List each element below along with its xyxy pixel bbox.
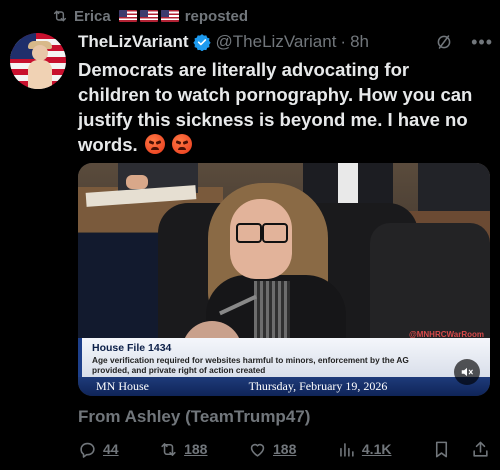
reply-button[interactable]: 44: [78, 440, 119, 459]
bill-description: Age verification required for websites h…: [92, 355, 409, 375]
verified-badge-icon[interactable]: [192, 33, 211, 51]
speaker-muted-icon: [461, 367, 473, 377]
repost-indicator: Erica reposted: [52, 6, 248, 26]
view-count: 4.1K: [361, 441, 392, 457]
author-handle[interactable]: @TheLizVariant: [216, 32, 337, 52]
avatar[interactable]: [10, 33, 66, 89]
repost-count: 188: [184, 441, 208, 457]
tweet-actions-bar: 44 188 188 4.1K: [78, 437, 490, 461]
us-flag-icon: [139, 10, 158, 22]
author-display-name[interactable]: TheLizVariant: [78, 32, 189, 52]
like-count: 188: [273, 441, 297, 457]
tweet-text: Democrats are literally advocating for c…: [78, 57, 478, 157]
tweet-body: Democrats are literally advocating for c…: [78, 59, 473, 155]
views-button[interactable]: 4.1K: [337, 440, 392, 459]
heart-icon: [250, 443, 265, 457]
organization-label: MN House: [96, 379, 149, 393]
more-options-icon[interactable]: •••: [471, 32, 493, 53]
angry-face-emoji-icon: [171, 134, 192, 154]
video-lower-third: House File 1434 Age verification require…: [78, 338, 490, 396]
bill-title: House File 1434: [92, 342, 172, 354]
bookmark-icon[interactable]: [432, 440, 451, 459]
share-icon[interactable]: [471, 440, 490, 459]
repost-button[interactable]: 188: [159, 440, 207, 459]
tweet-header: TheLizVariant @TheLizVariant · 8h •••: [78, 30, 493, 54]
broadcast-date: Thursday, February 19, 2026: [248, 379, 388, 393]
separator-dot: ·: [340, 32, 347, 51]
us-flag-icon: [160, 10, 179, 22]
reply-count: 44: [103, 441, 119, 457]
analytics-icon: [340, 442, 354, 457]
flag-emojis: [118, 10, 179, 22]
repost-user[interactable]: Erica: [74, 8, 111, 25]
repost-icon: [53, 10, 67, 22]
reply-icon: [80, 442, 95, 458]
video-player[interactable]: @MNHRCWarRoom House File 1434 Age verifi…: [78, 163, 490, 396]
repost-icon: [161, 442, 176, 456]
repost-label: reposted: [184, 7, 249, 25]
grok-icon[interactable]: [435, 33, 453, 51]
angry-face-emoji-icon: [144, 134, 165, 154]
like-button[interactable]: 188: [248, 440, 296, 459]
mute-button[interactable]: [454, 359, 480, 385]
us-flag-icon: [118, 10, 137, 22]
video-source-attribution[interactable]: From Ashley (TeamTrump47): [78, 407, 310, 427]
post-time[interactable]: 8h: [350, 32, 369, 52]
